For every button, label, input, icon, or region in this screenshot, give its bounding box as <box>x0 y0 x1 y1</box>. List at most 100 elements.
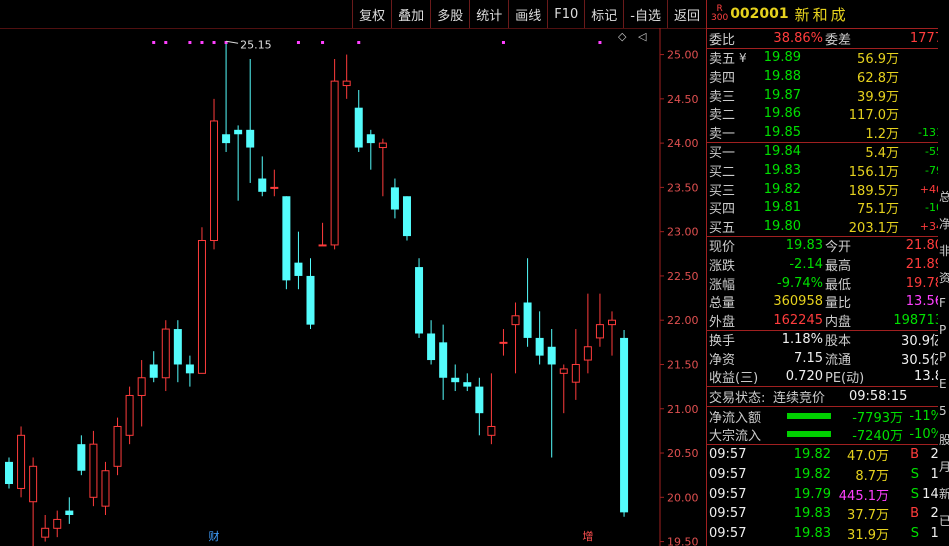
toolbar-button-5[interactable]: F10 <box>547 0 584 28</box>
high-pointer <box>225 40 239 44</box>
edge-glyph: 股 <box>939 433 949 447</box>
bid-row: 买三 19.82 189.5万 +40 <box>707 180 949 199</box>
candle-body <box>161 328 170 379</box>
event-marker-0[interactable]: 财 <box>209 529 220 543</box>
y-tick-label: 23.00 <box>667 226 699 239</box>
fund-row: 换手 1.18% 股本 30.9亿 <box>707 331 949 350</box>
tick-price: 19.83 <box>793 506 831 522</box>
candle-body <box>246 129 255 148</box>
event-marker-1[interactable]: 增 <box>582 529 593 543</box>
edge-glyph: 5 <box>939 404 947 418</box>
tick-side: S <box>910 486 919 502</box>
candle <box>113 417 122 476</box>
candle <box>487 373 496 445</box>
toolbar-button-1[interactable]: 叠加 <box>391 0 430 28</box>
tick-time: 09:57 <box>709 506 747 522</box>
scroll-left-icon[interactable]: ◁ <box>638 30 647 43</box>
toolbar-button-7[interactable]: -自选 <box>623 0 667 28</box>
quote-label-2: 今开 <box>825 240 852 256</box>
quote-value: 19.83 <box>785 238 823 254</box>
candle-body <box>523 302 532 338</box>
ask-label: 卖二 <box>709 108 736 124</box>
tick-price: 19.82 <box>793 466 831 482</box>
candle <box>559 364 568 414</box>
candle <box>258 156 267 197</box>
candle <box>101 461 110 516</box>
bid-volume: 75.1万 <box>857 202 899 218</box>
candle <box>620 329 629 517</box>
tick-row[interactable]: 09:57 19.79 445.1万 S 145 <box>707 484 949 504</box>
candle-body <box>137 377 146 396</box>
stock-code: 002001 <box>730 6 789 22</box>
ma-marker-dot <box>164 41 168 44</box>
ma-marker-dot <box>598 41 602 44</box>
candle-body <box>210 120 219 242</box>
candle-body <box>559 368 568 374</box>
toolbar-button-8[interactable]: 返回 <box>666 0 706 28</box>
candle-body <box>65 510 74 516</box>
y-tick-label: 19.50 <box>667 536 699 546</box>
candle <box>511 302 520 374</box>
bid-volume: 5.4万 <box>865 146 899 162</box>
settings-diamond-icon[interactable]: ◇ <box>618 30 627 43</box>
kline-chart[interactable]: 19.50 20.00 20.50 21.00 21.50 22.00 22.50 23.00… <box>0 28 706 546</box>
y-tick-label: 24.00 <box>667 137 699 150</box>
tick-row[interactable]: 09:5719.8331.9万S18 <box>707 523 949 543</box>
candle <box>463 373 472 392</box>
edge-glyph: F <box>939 296 946 310</box>
tick-time: 09:57 <box>709 525 747 541</box>
toolbar-button-2[interactable]: 多股 <box>430 0 469 28</box>
ask-row: 卖四 19.88 62.8万 <box>707 67 949 86</box>
bid-price: 19.84 <box>763 144 801 160</box>
candle <box>427 320 436 365</box>
weibi-row: 委比 38.86% 委差 1777 <box>707 29 949 49</box>
tick-volume: 37.7万 <box>847 508 889 524</box>
fund-label: 收益(三) <box>709 371 759 387</box>
candle <box>210 98 219 250</box>
candle-body <box>41 527 50 538</box>
candle-body <box>89 443 98 498</box>
ask-label: 卖一 <box>709 126 736 142</box>
candle <box>197 227 206 374</box>
candle <box>595 293 604 347</box>
bid-volume: 203.1万 <box>848 220 899 236</box>
stock-name: 新和成 <box>794 5 849 24</box>
tick-list[interactable]: 09:5719.8247.0万B2309:5719.828.7万S1309:57… <box>707 445 949 543</box>
toolbar-button-4[interactable]: 画线 <box>508 0 547 28</box>
bid-label: 买三 <box>709 183 736 199</box>
candle-body <box>101 470 110 507</box>
tick-volume: 47.0万 <box>847 449 889 465</box>
candle <box>402 196 411 241</box>
candle-body <box>330 80 339 246</box>
tick-row[interactable]: 09:5719.828.7万S13 <box>707 465 949 485</box>
ma-marker-dot <box>296 41 300 44</box>
candle-body <box>415 267 424 334</box>
ask-label: 卖五 <box>709 52 736 68</box>
candle <box>354 89 363 152</box>
toolbar-button-0[interactable]: 复权 <box>352 0 391 28</box>
margin-badge: R 300 <box>711 5 728 23</box>
flow-bar <box>787 412 832 419</box>
ask-price: 19.89 <box>763 50 801 66</box>
edge-glyph: 已 <box>939 514 949 528</box>
quote-label: 涨幅 <box>709 277 736 293</box>
toolbar-button-6[interactable]: 标记 <box>584 0 623 28</box>
fund-value: 0.720 <box>785 369 823 385</box>
fund-label: 换手 <box>709 334 736 350</box>
candle-body <box>463 382 472 387</box>
bid-row: 买四 19.81 75.1万 -10 <box>707 198 949 217</box>
ask-row: 卖二 19.86 117.0万 <box>707 104 949 123</box>
candle-body <box>77 444 86 471</box>
weicha-label: 委差 <box>825 32 852 48</box>
toolbar-button-3[interactable]: 统计 <box>469 0 508 28</box>
ask-volume: 117.0万 <box>848 108 899 124</box>
ask-price: 19.87 <box>763 87 801 103</box>
kline-chart-area[interactable]: 复权 叠加 多股 统计 画线 F10 标记 -自选 返回 19.50 20.00 20.50 21.0… <box>0 0 706 546</box>
currency-icon: ¥ <box>739 50 747 65</box>
candle-body <box>197 240 206 374</box>
candle-body <box>113 425 122 467</box>
tick-row[interactable]: 09:5719.8337.7万B27 <box>707 504 949 524</box>
bid-label: 买四 <box>709 202 736 218</box>
bid-price: 19.81 <box>763 200 801 216</box>
tick-row[interactable]: 09:5719.8247.0万B23 <box>707 445 949 465</box>
